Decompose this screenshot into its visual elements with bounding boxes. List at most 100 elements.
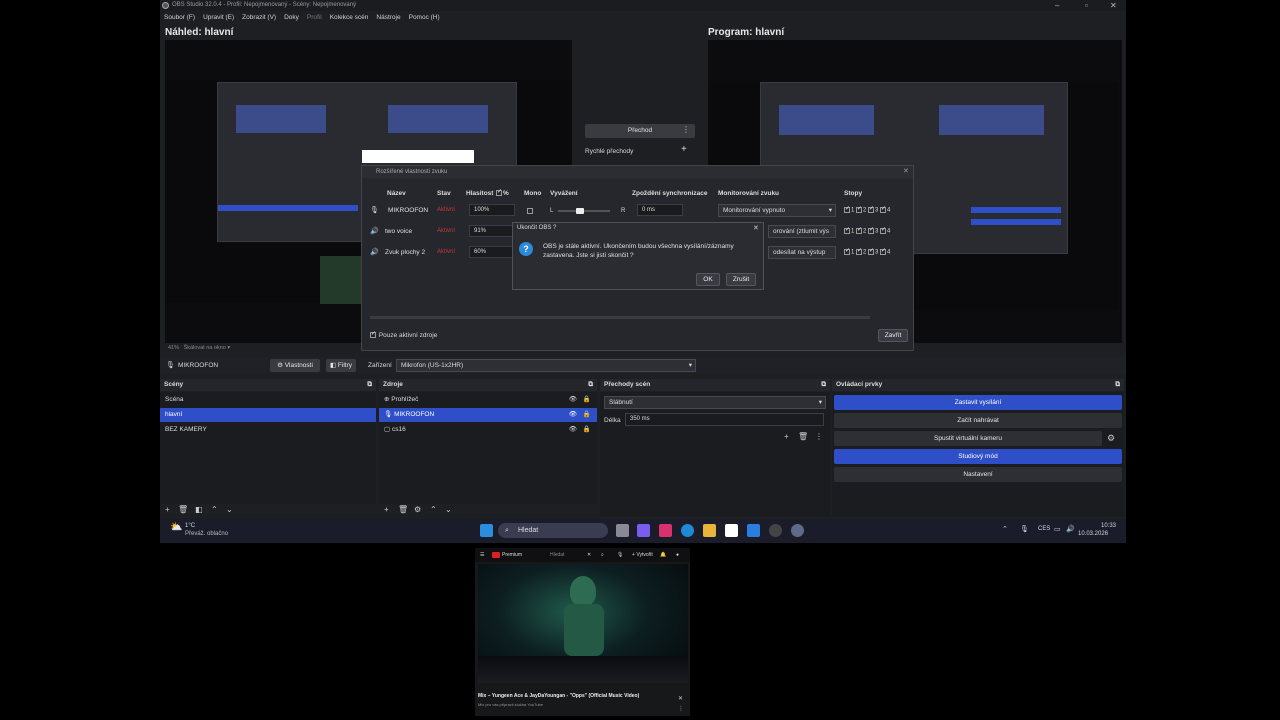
- clock-date[interactable]: 10.03.2026: [1078, 531, 1108, 537]
- menu-file[interactable]: Soubor (F): [164, 12, 195, 24]
- more-icon[interactable]: ⋮: [678, 705, 684, 712]
- network-icon[interactable]: ▭: [1054, 525, 1061, 533]
- video-title[interactable]: Mix – Yungeen Ace & JayDaYoungan - "Opps…: [478, 693, 668, 699]
- ok-button[interactable]: OK: [696, 273, 720, 286]
- trash-icon[interactable]: 🗑: [178, 505, 188, 514]
- notifications-icon[interactable]: 🔔: [660, 548, 666, 562]
- maximize-icon[interactable]: ▫: [1085, 0, 1088, 11]
- lock-icon[interactable]: 🔒: [583, 423, 591, 437]
- file-explorer-icon[interactable]: [703, 524, 716, 537]
- add-icon[interactable]: +: [165, 505, 170, 514]
- add-quick-transition-icon[interactable]: +: [681, 144, 687, 155]
- task-view-icon[interactable]: [616, 524, 629, 537]
- transition-menu-icon[interactable]: ⋮: [682, 125, 690, 134]
- move-down-icon[interactable]: ⌄: [445, 505, 452, 514]
- track-checkboxes[interactable]: 1 2 3 4: [844, 205, 890, 214]
- eye-icon[interactable]: 👁: [569, 393, 577, 407]
- undock-icon[interactable]: ⧉: [821, 379, 826, 391]
- chevron-up-icon[interactable]: ⌃: [1002, 525, 1008, 533]
- copilot-icon[interactable]: [637, 524, 650, 537]
- properties-button[interactable]: ⚙ Vlastnosti: [270, 359, 320, 372]
- duration-spinbox[interactable]: 350 ms: [625, 413, 824, 426]
- more-icon[interactable]: ⋮: [815, 432, 823, 441]
- volume-icon[interactable]: 🔊: [1066, 525, 1075, 533]
- source-item[interactable]: ▢ cs16 👁 🔒: [379, 423, 597, 437]
- undock-icon[interactable]: ⧉: [367, 379, 372, 391]
- menu-docks[interactable]: Doky: [284, 12, 299, 24]
- scene-item[interactable]: Scéna: [160, 393, 376, 407]
- volume-spinbox[interactable]: 100%: [469, 204, 515, 216]
- dialog-close-icon[interactable]: ✕: [903, 167, 909, 175]
- move-up-icon[interactable]: ⌃: [430, 505, 437, 514]
- minimize-icon[interactable]: –: [1055, 0, 1059, 11]
- search-box[interactable]: ⌕ Hledat: [498, 523, 608, 538]
- menu-profile[interactable]: Profil: [307, 12, 322, 24]
- volume-spinbox[interactable]: 91%: [469, 225, 515, 237]
- stop-streaming-button[interactable]: Zastavit vysílání: [834, 395, 1122, 410]
- mono-checkbox[interactable]: [527, 208, 533, 214]
- scene-item[interactable]: BEZ KAMERY: [160, 423, 376, 437]
- track-checkboxes[interactable]: 1 2 3 4: [844, 226, 890, 235]
- transition-button[interactable]: Přechod: [585, 124, 695, 138]
- monitoring-select[interactable]: Monitorování vypnuto ▾: [718, 204, 836, 217]
- filter-icon[interactable]: ◧: [195, 505, 203, 514]
- source-item[interactable]: 🎙 MIKROOFON 👁 🔒: [379, 408, 597, 422]
- add-icon[interactable]: +: [384, 505, 389, 514]
- player-search-input[interactable]: Hledat: [550, 548, 564, 562]
- trash-icon[interactable]: 🗑: [798, 432, 808, 441]
- mic-tray-icon[interactable]: 🎙: [1020, 525, 1029, 533]
- sync-offset-spinbox[interactable]: 0 ms: [637, 204, 683, 216]
- start-virtual-camera-button[interactable]: Spustit virtuální kameru: [834, 431, 1102, 446]
- close-mini-player-icon[interactable]: ✕: [678, 695, 683, 702]
- device-select[interactable]: Mikrofon (US-1x2HR) ▾: [396, 359, 696, 372]
- filters-button[interactable]: ◧ Filtry: [326, 359, 356, 372]
- start-recording-button[interactable]: Začít nahrávat: [834, 413, 1122, 428]
- quit-close-icon[interactable]: ✕: [753, 224, 759, 232]
- move-down-icon[interactable]: ⌄: [226, 505, 233, 514]
- app-icon[interactable]: [659, 524, 672, 537]
- menu-scene-collection[interactable]: Kolekce scén: [330, 12, 369, 24]
- horizontal-scrollbar[interactable]: [370, 316, 870, 319]
- monitoring-select[interactable]: orování (ztlumit výs: [768, 225, 836, 238]
- mic-icon[interactable]: 🎙: [617, 548, 623, 562]
- video-frame[interactable]: [478, 564, 688, 683]
- monitoring-select[interactable]: odesílat na výstup: [768, 246, 836, 259]
- studio-mode-button[interactable]: Studiový mód: [834, 449, 1122, 464]
- close-icon[interactable]: ✕: [587, 548, 591, 562]
- percent-toggle[interactable]: [496, 188, 502, 197]
- settings-taskbar-icon[interactable]: [791, 524, 804, 537]
- create-button[interactable]: + Vytvořit: [632, 548, 653, 562]
- eye-icon[interactable]: 👁: [569, 423, 577, 437]
- obs-taskbar-icon[interactable]: [769, 524, 782, 537]
- menu-tools[interactable]: Nástroje: [376, 12, 400, 24]
- edge-icon[interactable]: [681, 524, 694, 537]
- menu-edit[interactable]: Upravit (E): [203, 12, 234, 24]
- close-button[interactable]: Zavřít: [878, 329, 908, 342]
- menu-view[interactable]: Zobrazit (V): [242, 12, 276, 24]
- balance-slider[interactable]: [558, 208, 610, 214]
- track-checkboxes[interactable]: 1 2 3 4: [844, 247, 890, 256]
- language-indicator[interactable]: CES: [1038, 526, 1050, 532]
- add-icon[interactable]: +: [784, 432, 789, 441]
- source-item[interactable]: ⊕ Prohlížeč 👁 🔒: [379, 393, 597, 407]
- lock-icon[interactable]: 🔒: [583, 408, 591, 422]
- lock-icon[interactable]: 🔒: [583, 393, 591, 407]
- weather-icon[interactable]: ⛅: [170, 522, 182, 533]
- scene-item[interactable]: hlavní: [160, 408, 376, 422]
- scale-to-window[interactable]: Škálovat na okno: [184, 345, 226, 351]
- settings-button[interactable]: Nastavení: [834, 467, 1122, 482]
- clock-time[interactable]: 10:33: [1080, 523, 1116, 529]
- only-active-checkbox[interactable]: [370, 330, 376, 339]
- mail-icon[interactable]: [747, 524, 760, 537]
- undock-icon[interactable]: ⧉: [1115, 379, 1120, 391]
- close-icon[interactable]: ✕: [1110, 0, 1117, 11]
- move-up-icon[interactable]: ⌃: [211, 505, 218, 514]
- balance-handle[interactable]: [576, 208, 584, 214]
- search-icon[interactable]: ⌕: [601, 548, 604, 562]
- menu-help[interactable]: Pomoc (H): [409, 12, 440, 24]
- store-icon[interactable]: [725, 524, 738, 537]
- eye-icon[interactable]: 👁: [569, 408, 577, 422]
- gear-icon[interactable]: ⚙: [1107, 433, 1115, 444]
- volume-spinbox[interactable]: 60%: [469, 246, 515, 258]
- avatar[interactable]: ●: [676, 548, 679, 562]
